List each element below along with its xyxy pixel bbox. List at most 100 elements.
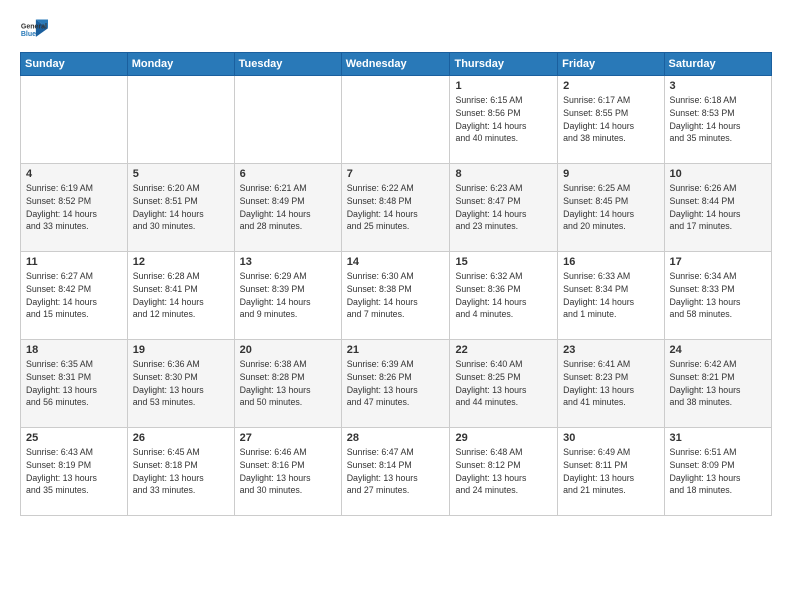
calendar-cell: 7 Sunrise: 6:22 AMSunset: 8:48 PMDaylight… bbox=[341, 164, 450, 252]
calendar-cell: 11Sunrise: 6:27 AMSunset: 8:42 PMDayligh… bbox=[21, 252, 128, 340]
day-info: Sunrise: 6:26 AMSunset: 8:44 PMDaylight:… bbox=[670, 182, 766, 233]
day-number: 26 bbox=[133, 432, 229, 444]
day-number: 14 bbox=[347, 256, 445, 268]
calendar-cell: 9 Sunrise: 6:25 AMSunset: 8:45 PMDaylight… bbox=[558, 164, 664, 252]
weekday-header: Tuesday bbox=[234, 53, 341, 76]
day-info: Sunrise: 6:21 AMSunset: 8:49 PMDaylight:… bbox=[240, 182, 336, 233]
day-info: Sunrise: 6:33 AMSunset: 8:34 PMDaylight:… bbox=[563, 270, 658, 321]
day-number: 13 bbox=[240, 256, 336, 268]
logo-icon: General Blue bbox=[20, 16, 48, 44]
calendar-cell: 31 Sunrise: 6:51 AMSunset: 8:09 PMDayligh… bbox=[664, 428, 771, 516]
calendar-week-row: 11Sunrise: 6:27 AMSunset: 8:42 PMDayligh… bbox=[21, 252, 772, 340]
calendar-week-row: 1 Sunrise: 6:15 AMSunset: 8:56 PMDaylight… bbox=[21, 76, 772, 164]
day-number: 22 bbox=[455, 344, 552, 356]
day-number: 10 bbox=[670, 168, 766, 180]
calendar-cell: 20 Sunrise: 6:38 AMSunset: 8:28 PMDayligh… bbox=[234, 340, 341, 428]
day-info: Sunrise: 6:48 AMSunset: 8:12 PMDaylight:… bbox=[455, 446, 552, 497]
day-number: 24 bbox=[670, 344, 766, 356]
calendar-cell: 14 Sunrise: 6:30 AMSunset: 8:38 PMDayligh… bbox=[341, 252, 450, 340]
weekday-header: Sunday bbox=[21, 53, 128, 76]
calendar-cell: 26 Sunrise: 6:45 AMSunset: 8:18 PMDayligh… bbox=[127, 428, 234, 516]
day-number: 23 bbox=[563, 344, 658, 356]
calendar-cell: 24 Sunrise: 6:42 AMSunset: 8:21 PMDayligh… bbox=[664, 340, 771, 428]
day-info: Sunrise: 6:35 AMSunset: 8:31 PMDaylight:… bbox=[26, 358, 122, 409]
calendar-table: SundayMondayTuesdayWednesdayThursdayFrid… bbox=[20, 52, 772, 516]
day-info: Sunrise: 6:42 AMSunset: 8:21 PMDaylight:… bbox=[670, 358, 766, 409]
calendar-cell: 29 Sunrise: 6:48 AMSunset: 8:12 PMDayligh… bbox=[450, 428, 558, 516]
weekday-row: SundayMondayTuesdayWednesdayThursdayFrid… bbox=[21, 53, 772, 76]
page: General Blue SundayMondayTuesdayWednesda… bbox=[0, 0, 792, 612]
calendar-cell: 28 Sunrise: 6:47 AMSunset: 8:14 PMDayligh… bbox=[341, 428, 450, 516]
day-number: 19 bbox=[133, 344, 229, 356]
calendar-week-row: 25 Sunrise: 6:43 AMSunset: 8:19 PMDayligh… bbox=[21, 428, 772, 516]
day-info: Sunrise: 6:17 AMSunset: 8:55 PMDaylight:… bbox=[563, 94, 658, 145]
calendar-cell: 1 Sunrise: 6:15 AMSunset: 8:56 PMDaylight… bbox=[450, 76, 558, 164]
day-info: Sunrise: 6:36 AMSunset: 8:30 PMDaylight:… bbox=[133, 358, 229, 409]
calendar-cell: 25 Sunrise: 6:43 AMSunset: 8:19 PMDayligh… bbox=[21, 428, 128, 516]
day-number: 31 bbox=[670, 432, 766, 444]
day-number: 17 bbox=[670, 256, 766, 268]
day-number: 25 bbox=[26, 432, 122, 444]
calendar-cell: 17 Sunrise: 6:34 AMSunset: 8:33 PMDayligh… bbox=[664, 252, 771, 340]
day-info: Sunrise: 6:25 AMSunset: 8:45 PMDaylight:… bbox=[563, 182, 658, 233]
weekday-header: Friday bbox=[558, 53, 664, 76]
day-number: 21 bbox=[347, 344, 445, 356]
calendar-cell: 18 Sunrise: 6:35 AMSunset: 8:31 PMDayligh… bbox=[21, 340, 128, 428]
day-number: 8 bbox=[455, 168, 552, 180]
day-number: 6 bbox=[240, 168, 336, 180]
day-number: 12 bbox=[133, 256, 229, 268]
day-info: Sunrise: 6:45 AMSunset: 8:18 PMDaylight:… bbox=[133, 446, 229, 497]
calendar-cell: 8 Sunrise: 6:23 AMSunset: 8:47 PMDaylight… bbox=[450, 164, 558, 252]
day-number: 29 bbox=[455, 432, 552, 444]
day-info: Sunrise: 6:41 AMSunset: 8:23 PMDaylight:… bbox=[563, 358, 658, 409]
calendar-body: 1 Sunrise: 6:15 AMSunset: 8:56 PMDaylight… bbox=[21, 76, 772, 516]
calendar-cell: 16Sunrise: 6:33 AMSunset: 8:34 PMDayligh… bbox=[558, 252, 664, 340]
day-number: 1 bbox=[455, 80, 552, 92]
day-info: Sunrise: 6:18 AMSunset: 8:53 PMDaylight:… bbox=[670, 94, 766, 145]
day-info: Sunrise: 6:34 AMSunset: 8:33 PMDaylight:… bbox=[670, 270, 766, 321]
calendar-cell: 27Sunrise: 6:46 AMSunset: 8:16 PMDayligh… bbox=[234, 428, 341, 516]
calendar-week-row: 4Sunrise: 6:19 AMSunset: 8:52 PMDaylight… bbox=[21, 164, 772, 252]
day-info: Sunrise: 6:23 AMSunset: 8:47 PMDaylight:… bbox=[455, 182, 552, 233]
day-number: 9 bbox=[563, 168, 658, 180]
calendar-cell: 21Sunrise: 6:39 AMSunset: 8:26 PMDayligh… bbox=[341, 340, 450, 428]
svg-text:General: General bbox=[21, 23, 47, 30]
day-info: Sunrise: 6:22 AMSunset: 8:48 PMDaylight:… bbox=[347, 182, 445, 233]
day-number: 7 bbox=[347, 168, 445, 180]
day-number: 5 bbox=[133, 168, 229, 180]
weekday-header: Saturday bbox=[664, 53, 771, 76]
day-number: 3 bbox=[670, 80, 766, 92]
day-number: 28 bbox=[347, 432, 445, 444]
weekday-header: Monday bbox=[127, 53, 234, 76]
calendar-cell: 5 Sunrise: 6:20 AMSunset: 8:51 PMDaylight… bbox=[127, 164, 234, 252]
day-info: Sunrise: 6:38 AMSunset: 8:28 PMDaylight:… bbox=[240, 358, 336, 409]
calendar-cell: 12 Sunrise: 6:28 AMSunset: 8:41 PMDayligh… bbox=[127, 252, 234, 340]
day-info: Sunrise: 6:49 AMSunset: 8:11 PMDaylight:… bbox=[563, 446, 658, 497]
calendar-cell: 19 Sunrise: 6:36 AMSunset: 8:30 PMDayligh… bbox=[127, 340, 234, 428]
day-number: 11 bbox=[26, 256, 122, 268]
calendar-cell bbox=[234, 76, 341, 164]
day-number: 27 bbox=[240, 432, 336, 444]
calendar-cell bbox=[21, 76, 128, 164]
day-info: Sunrise: 6:40 AMSunset: 8:25 PMDaylight:… bbox=[455, 358, 552, 409]
day-number: 4 bbox=[26, 168, 122, 180]
day-info: Sunrise: 6:51 AMSunset: 8:09 PMDaylight:… bbox=[670, 446, 766, 497]
day-info: Sunrise: 6:28 AMSunset: 8:41 PMDaylight:… bbox=[133, 270, 229, 321]
day-info: Sunrise: 6:43 AMSunset: 8:19 PMDaylight:… bbox=[26, 446, 122, 497]
day-info: Sunrise: 6:47 AMSunset: 8:14 PMDaylight:… bbox=[347, 446, 445, 497]
day-number: 18 bbox=[26, 344, 122, 356]
calendar-cell: 22 Sunrise: 6:40 AMSunset: 8:25 PMDayligh… bbox=[450, 340, 558, 428]
logo: General Blue bbox=[20, 16, 52, 44]
calendar-cell: 2Sunrise: 6:17 AMSunset: 8:55 PMDaylight… bbox=[558, 76, 664, 164]
day-info: Sunrise: 6:15 AMSunset: 8:56 PMDaylight:… bbox=[455, 94, 552, 145]
day-number: 20 bbox=[240, 344, 336, 356]
calendar-cell: 4Sunrise: 6:19 AMSunset: 8:52 PMDaylight… bbox=[21, 164, 128, 252]
weekday-header: Thursday bbox=[450, 53, 558, 76]
calendar-cell: 30Sunrise: 6:49 AMSunset: 8:11 PMDayligh… bbox=[558, 428, 664, 516]
calendar-cell: 10 Sunrise: 6:26 AMSunset: 8:44 PMDayligh… bbox=[664, 164, 771, 252]
calendar-cell: 23 Sunrise: 6:41 AMSunset: 8:23 PMDayligh… bbox=[558, 340, 664, 428]
calendar-cell: 3 Sunrise: 6:18 AMSunset: 8:53 PMDaylight… bbox=[664, 76, 771, 164]
day-info: Sunrise: 6:30 AMSunset: 8:38 PMDaylight:… bbox=[347, 270, 445, 321]
day-info: Sunrise: 6:20 AMSunset: 8:51 PMDaylight:… bbox=[133, 182, 229, 233]
day-info: Sunrise: 6:32 AMSunset: 8:36 PMDaylight:… bbox=[455, 270, 552, 321]
